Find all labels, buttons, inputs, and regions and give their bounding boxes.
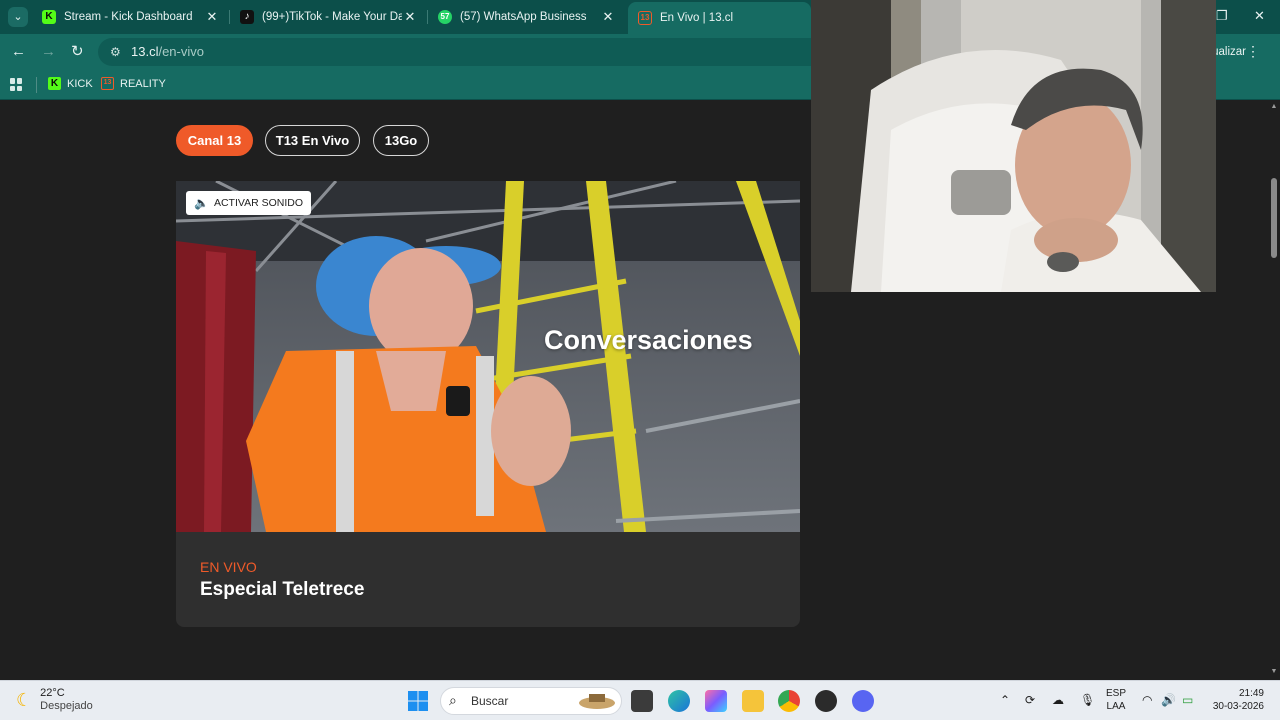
keyboard-layout: LAA [1106,701,1126,712]
bookmark-label: REALITY [120,77,166,90]
webcam-overlay [811,0,1216,292]
bookmark-label: KICK [67,77,93,90]
tab-tiktok[interactable]: ♪ (99+)TikTok - Make Your Day ✕ [230,4,426,30]
search-icon: ⌕ [449,692,457,708]
weather-widget[interactable]: ☾ 22°C Despejado [16,687,93,713]
clock-time: 21:49 [1238,688,1264,699]
page-scrollbar[interactable]: ▲ ▼ [1268,100,1280,680]
tiktok-icon: ♪ [240,10,254,24]
activate-sound-button[interactable]: 🔈 ACTIVAR SONIDO [186,191,312,215]
cloud-icon[interactable]: ☁ [1052,693,1064,707]
sync-icon[interactable]: ⟳ [1025,693,1035,707]
show-title: Especial Teletrece [200,579,365,600]
canal13-icon: 13 [101,77,114,90]
canal13-icon: 13 [638,11,652,25]
edge-icon[interactable] [668,690,690,712]
battery-icon[interactable]: ▭ [1182,693,1193,707]
scroll-up-arrow-icon[interactable]: ▲ [1270,103,1278,110]
weather-condition: Despejado [40,700,93,712]
language-indicator[interactable]: ESP LAA [1106,687,1126,713]
video-player[interactable]: 🔈 ACTIVAR SONIDO Conversaciones [176,181,800,532]
apps-grid-icon[interactable] [10,78,23,91]
microphone-icon[interactable]: 🎙 [1080,693,1095,707]
tab-search-button[interactable]: ⌄ [8,7,28,27]
tab-title: (99+)TikTok - Make Your Day [262,11,402,23]
close-window-icon[interactable]: ✕ [1254,8,1265,24]
close-tab-icon[interactable]: ✕ [204,9,220,25]
tab-title: Stream - Kick Dashboard [64,11,193,23]
kick-icon: K [42,10,56,24]
restore-window-icon[interactable]: ❐ [1216,8,1228,24]
video-frame [176,181,800,532]
chevron-up-icon[interactable]: ⌃ [1000,693,1010,707]
discord-icon[interactable] [852,690,874,712]
channel-pill-13go[interactable]: 13Go [373,125,429,156]
file-explorer-icon[interactable] [742,690,764,712]
obs-icon[interactable] [815,690,837,712]
webcam-frame [811,0,1216,292]
copilot-icon[interactable] [705,690,727,712]
speaker-muted-icon: 🔈 [194,196,209,210]
volume-icon[interactable]: 🔊 [1161,693,1176,707]
weather-temp: 22°C [40,687,65,699]
tab-title: En Vivo | 13.cl [660,12,734,24]
whatsapp-icon: 57 [438,10,452,24]
task-view-icon[interactable] [631,690,653,712]
activate-sound-label: ACTIVAR SONIDO [213,197,304,209]
language-code: ESP [1106,688,1127,699]
forward-arrow-icon[interactable]: → [41,43,56,61]
url-host: 13.cl [131,44,159,59]
kick-icon: K [48,77,61,90]
channel-pill-canal13[interactable]: Canal 13 [176,125,253,156]
close-tab-icon[interactable]: ✕ [600,9,616,25]
windows-start-icon[interactable] [407,690,429,712]
site-info-icon[interactable]: ⚙ [110,45,121,59]
url-text[interactable]: 13.cl/en-vivo [131,44,204,59]
tab-title: (57) WhatsApp Business [460,11,587,23]
url-path: /en-vivo [158,44,204,59]
chevron-down-icon: ⌄ [13,11,23,23]
wifi-icon[interactable]: ◠ [1142,693,1152,707]
channel-pill-t13[interactable]: T13 En Vivo [265,125,360,156]
video-overlay-title: Conversaciones [544,325,753,355]
back-arrow-icon[interactable]: ← [11,43,26,61]
scrollbar-thumb[interactable] [1271,178,1277,258]
search-highlight-icon [579,694,615,709]
tab-en-vivo[interactable]: 13 En Vivo | 13.cl [628,2,811,34]
taskbar-search[interactable]: ⌕ Buscar [440,687,622,715]
taskbar-clock[interactable]: 21:49 30-03-2026 [1206,687,1264,713]
live-info-card[interactable]: EN VIVO Especial Teletrece [176,532,800,627]
kebab-menu-icon[interactable]: ⋮ [1246,43,1260,60]
clock-date: 30-03-2026 [1212,701,1264,712]
chrome-icon[interactable] [778,690,800,712]
reload-icon[interactable]: ↻ [71,43,84,61]
tab-kick-dashboard[interactable]: K Stream - Kick Dashboard ✕ [32,4,228,30]
bookmark-reality[interactable]: 13 REALITY [101,77,166,90]
scroll-down-arrow-icon[interactable]: ▼ [1270,668,1278,675]
taskbar: ☾ 22°C Despejado ⌕ Buscar ⌃ ⟳ ☁ 🎙 ESP LA… [0,680,1280,720]
tab-whatsapp[interactable]: 57 (57) WhatsApp Business ✕ [428,4,624,30]
moon-icon: ☾ [16,689,33,710]
bookmark-kick[interactable]: K KICK [48,77,93,90]
close-tab-icon[interactable]: ✕ [402,9,418,25]
search-placeholder: Buscar [471,694,509,708]
live-label: EN VIVO [200,559,257,575]
bookmark-divider [36,77,37,93]
